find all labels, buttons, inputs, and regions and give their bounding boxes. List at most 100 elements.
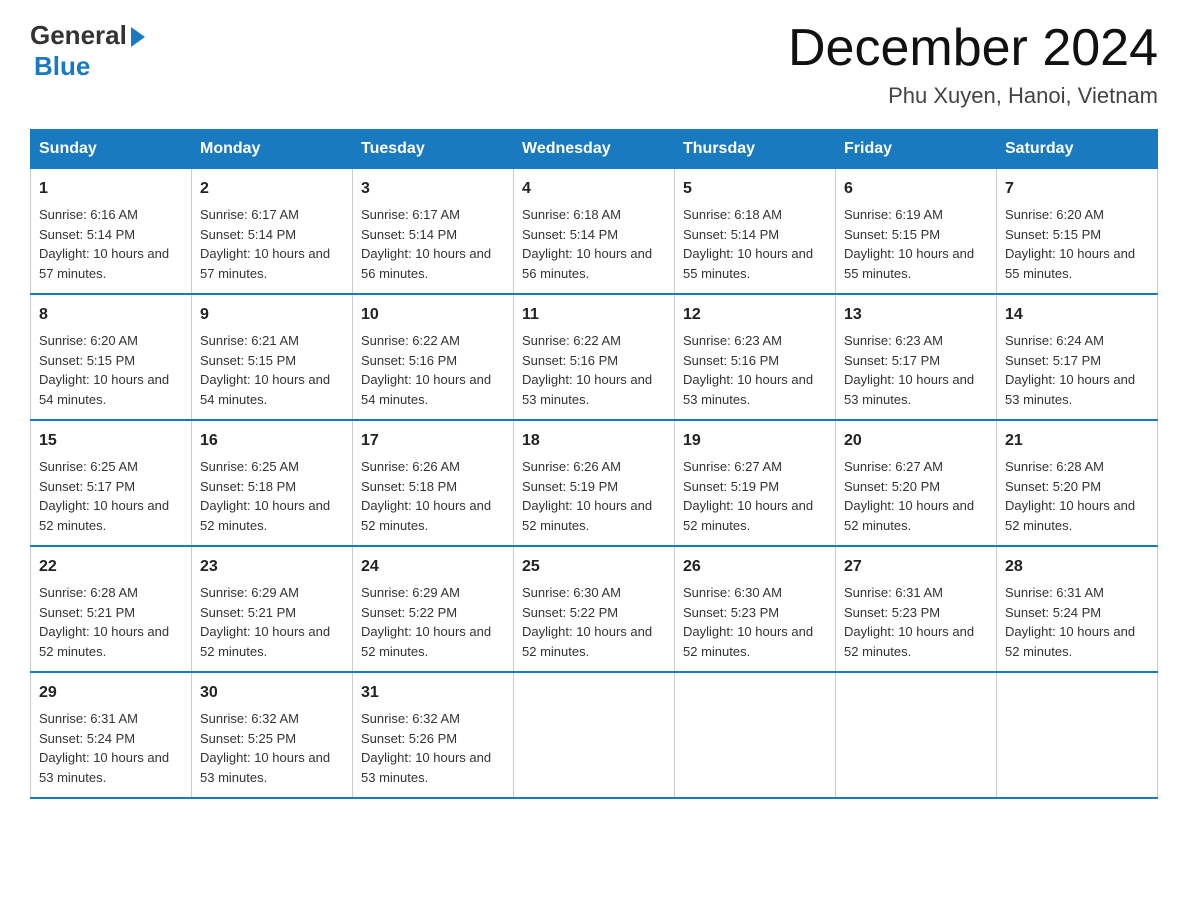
table-row: 3 Sunrise: 6:17 AMSunset: 5:14 PMDayligh… [353,169,514,295]
table-row: 24 Sunrise: 6:29 AMSunset: 5:22 PMDaylig… [353,546,514,672]
day-number: 19 [683,429,827,453]
table-row [514,672,675,798]
day-number: 29 [39,681,183,705]
day-number: 20 [844,429,988,453]
table-row: 5 Sunrise: 6:18 AMSunset: 5:14 PMDayligh… [675,169,836,295]
day-number: 24 [361,555,505,579]
logo-blue-text: Blue [34,51,90,82]
day-number: 1 [39,177,183,201]
table-row: 25 Sunrise: 6:30 AMSunset: 5:22 PMDaylig… [514,546,675,672]
day-number: 16 [200,429,344,453]
day-number: 15 [39,429,183,453]
day-info: Sunrise: 6:20 AMSunset: 5:15 PMDaylight:… [1005,205,1149,283]
day-number: 25 [522,555,666,579]
logo-general-text: General [30,20,127,51]
day-info: Sunrise: 6:18 AMSunset: 5:14 PMDaylight:… [522,205,666,283]
table-row: 8 Sunrise: 6:20 AMSunset: 5:15 PMDayligh… [31,294,192,420]
table-row: 17 Sunrise: 6:26 AMSunset: 5:18 PMDaylig… [353,420,514,546]
day-info: Sunrise: 6:30 AMSunset: 5:23 PMDaylight:… [683,583,827,661]
calendar-week-row: 29 Sunrise: 6:31 AMSunset: 5:24 PMDaylig… [31,672,1158,798]
day-number: 28 [1005,555,1149,579]
table-row [997,672,1158,798]
day-info: Sunrise: 6:30 AMSunset: 5:22 PMDaylight:… [522,583,666,661]
day-number: 2 [200,177,344,201]
table-row: 28 Sunrise: 6:31 AMSunset: 5:24 PMDaylig… [997,546,1158,672]
day-number: 3 [361,177,505,201]
day-info: Sunrise: 6:26 AMSunset: 5:18 PMDaylight:… [361,457,505,535]
day-info: Sunrise: 6:20 AMSunset: 5:15 PMDaylight:… [39,331,183,409]
header-thursday: Thursday [675,130,836,169]
table-row [675,672,836,798]
table-row [836,672,997,798]
table-row: 21 Sunrise: 6:28 AMSunset: 5:20 PMDaylig… [997,420,1158,546]
table-row: 7 Sunrise: 6:20 AMSunset: 5:15 PMDayligh… [997,169,1158,295]
day-number: 4 [522,177,666,201]
day-info: Sunrise: 6:23 AMSunset: 5:16 PMDaylight:… [683,331,827,409]
day-info: Sunrise: 6:23 AMSunset: 5:17 PMDaylight:… [844,331,988,409]
table-row: 11 Sunrise: 6:22 AMSunset: 5:16 PMDaylig… [514,294,675,420]
day-number: 22 [39,555,183,579]
title-section: December 2024 Phu Xuyen, Hanoi, Vietnam [788,20,1158,109]
month-title: December 2024 [788,20,1158,77]
header-friday: Friday [836,130,997,169]
table-row: 22 Sunrise: 6:28 AMSunset: 5:21 PMDaylig… [31,546,192,672]
day-number: 12 [683,303,827,327]
header-sunday: Sunday [31,130,192,169]
table-row: 4 Sunrise: 6:18 AMSunset: 5:14 PMDayligh… [514,169,675,295]
day-info: Sunrise: 6:18 AMSunset: 5:14 PMDaylight:… [683,205,827,283]
logo-arrow-icon [131,27,145,47]
table-row: 19 Sunrise: 6:27 AMSunset: 5:19 PMDaylig… [675,420,836,546]
day-info: Sunrise: 6:16 AMSunset: 5:14 PMDaylight:… [39,205,183,283]
header-monday: Monday [192,130,353,169]
day-number: 5 [683,177,827,201]
table-row: 10 Sunrise: 6:22 AMSunset: 5:16 PMDaylig… [353,294,514,420]
day-info: Sunrise: 6:31 AMSunset: 5:24 PMDaylight:… [39,709,183,787]
header-saturday: Saturday [997,130,1158,169]
day-number: 6 [844,177,988,201]
day-number: 17 [361,429,505,453]
calendar-week-row: 22 Sunrise: 6:28 AMSunset: 5:21 PMDaylig… [31,546,1158,672]
location-subtitle: Phu Xuyen, Hanoi, Vietnam [788,83,1158,109]
day-number: 8 [39,303,183,327]
day-info: Sunrise: 6:31 AMSunset: 5:24 PMDaylight:… [1005,583,1149,661]
day-number: 11 [522,303,666,327]
day-number: 23 [200,555,344,579]
table-row: 23 Sunrise: 6:29 AMSunset: 5:21 PMDaylig… [192,546,353,672]
day-info: Sunrise: 6:27 AMSunset: 5:20 PMDaylight:… [844,457,988,535]
day-info: Sunrise: 6:19 AMSunset: 5:15 PMDaylight:… [844,205,988,283]
calendar-week-row: 8 Sunrise: 6:20 AMSunset: 5:15 PMDayligh… [31,294,1158,420]
table-row: 9 Sunrise: 6:21 AMSunset: 5:15 PMDayligh… [192,294,353,420]
day-info: Sunrise: 6:17 AMSunset: 5:14 PMDaylight:… [361,205,505,283]
day-info: Sunrise: 6:17 AMSunset: 5:14 PMDaylight:… [200,205,344,283]
day-number: 21 [1005,429,1149,453]
day-number: 31 [361,681,505,705]
day-info: Sunrise: 6:24 AMSunset: 5:17 PMDaylight:… [1005,331,1149,409]
day-info: Sunrise: 6:27 AMSunset: 5:19 PMDaylight:… [683,457,827,535]
table-row: 29 Sunrise: 6:31 AMSunset: 5:24 PMDaylig… [31,672,192,798]
table-row: 26 Sunrise: 6:30 AMSunset: 5:23 PMDaylig… [675,546,836,672]
table-row: 16 Sunrise: 6:25 AMSunset: 5:18 PMDaylig… [192,420,353,546]
day-info: Sunrise: 6:31 AMSunset: 5:23 PMDaylight:… [844,583,988,661]
day-number: 7 [1005,177,1149,201]
logo: General Blue [30,20,145,82]
table-row: 30 Sunrise: 6:32 AMSunset: 5:25 PMDaylig… [192,672,353,798]
header-wednesday: Wednesday [514,130,675,169]
day-number: 9 [200,303,344,327]
day-info: Sunrise: 6:29 AMSunset: 5:22 PMDaylight:… [361,583,505,661]
table-row: 14 Sunrise: 6:24 AMSunset: 5:17 PMDaylig… [997,294,1158,420]
page-header: General Blue December 2024 Phu Xuyen, Ha… [30,20,1158,109]
table-row: 20 Sunrise: 6:27 AMSunset: 5:20 PMDaylig… [836,420,997,546]
table-row: 13 Sunrise: 6:23 AMSunset: 5:17 PMDaylig… [836,294,997,420]
calendar-table: Sunday Monday Tuesday Wednesday Thursday… [30,129,1158,799]
table-row: 27 Sunrise: 6:31 AMSunset: 5:23 PMDaylig… [836,546,997,672]
calendar-week-row: 1 Sunrise: 6:16 AMSunset: 5:14 PMDayligh… [31,169,1158,295]
day-number: 30 [200,681,344,705]
day-number: 13 [844,303,988,327]
day-info: Sunrise: 6:28 AMSunset: 5:21 PMDaylight:… [39,583,183,661]
table-row: 12 Sunrise: 6:23 AMSunset: 5:16 PMDaylig… [675,294,836,420]
table-row: 1 Sunrise: 6:16 AMSunset: 5:14 PMDayligh… [31,169,192,295]
day-number: 10 [361,303,505,327]
day-info: Sunrise: 6:22 AMSunset: 5:16 PMDaylight:… [361,331,505,409]
day-info: Sunrise: 6:29 AMSunset: 5:21 PMDaylight:… [200,583,344,661]
table-row: 15 Sunrise: 6:25 AMSunset: 5:17 PMDaylig… [31,420,192,546]
